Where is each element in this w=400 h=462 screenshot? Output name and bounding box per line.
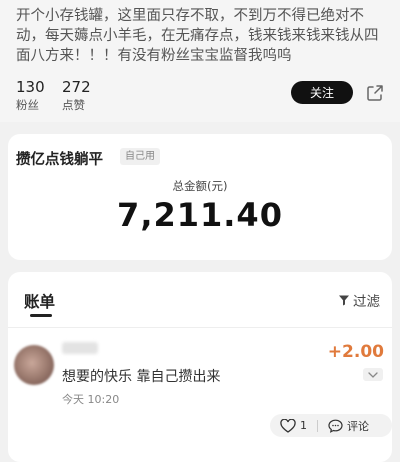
jar-tag: 自己用 [120,148,160,165]
comment-label: 评论 [347,419,369,433]
like-button[interactable]: 1 [270,418,307,433]
filter-icon [339,295,349,306]
profile-bio: 开个小存钱罐，这里面只存不取，不到万不得已绝对不动，每天薅点小羊毛，在无痛存点，… [16,8,379,64]
fans-stat[interactable]: 130 粉丝 [16,78,45,113]
tab-indicator [30,314,52,317]
total-amount-label: 总金额(元) [172,179,228,193]
fans-label: 粉丝 [16,98,39,112]
comment-icon [328,419,343,433]
like-count: 1 [300,419,307,432]
likes-label: 点赞 [62,98,85,112]
profile-header: 开个小存钱罐，这里面只存不取，不到万不得已绝对不动，每天薅点小羊毛，在无痛存点，… [0,0,400,122]
fans-count: 130 [16,78,45,96]
likes-stat[interactable]: 272 点赞 [62,78,91,113]
heart-icon [280,418,296,433]
share-icon[interactable] [366,84,384,102]
entry-time: 今天 10:20 [62,393,120,406]
entry-amount: +2.00 [327,342,384,362]
comment-button[interactable]: 评论 [318,418,369,434]
bill-card: 账单 过滤 想要的快乐 靠自己攒出来 今天 10:20 +2.00 1 评论 [8,272,392,462]
avatar[interactable] [14,345,54,385]
filter-label: 过滤 [353,294,380,310]
username-blurred [62,342,98,354]
jar-title: 攒亿点钱躺平 [16,152,103,168]
chevron-down-icon [368,371,378,378]
divider [8,327,392,328]
savings-jar-card: 攒亿点钱躺平 自己用 总金额(元) 7,211.40 [8,134,392,260]
expand-button[interactable] [363,368,383,381]
entry-note: 想要的快乐 靠自己攒出来 [62,369,221,385]
tab-bill[interactable]: 账单 [24,290,55,312]
entry-actions: 1 评论 [270,414,392,437]
filter-button[interactable]: 过滤 [338,290,380,310]
likes-count: 272 [62,78,91,96]
follow-button[interactable]: 关注 [291,81,353,104]
total-amount-value: 7,211.40 [117,196,283,234]
